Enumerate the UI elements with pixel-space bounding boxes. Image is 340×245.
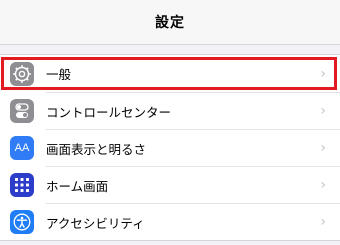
page-title: 設定 [155,15,185,31]
chevron-right-icon: › [320,103,326,119]
settings-row-label: ホーム画面 [46,178,109,194]
settings-row-label: アクセシビリティ [46,215,145,231]
chevron-right-icon: › [320,177,326,193]
text-size-icon: AA [10,135,34,160]
settings-row-general[interactable]: 一般 › [0,55,340,92]
accessibility-icon [10,209,34,234]
settings-row-label: 画面表示と明るさ [46,141,147,157]
chevron-right-icon: › [320,140,326,156]
settings-row-accessibility[interactable]: アクセシビリティ › [0,203,340,240]
toggle-icon [10,98,34,123]
settings-row-label: 一般 [46,67,72,82]
navigation-bar: 設定 [0,0,340,45]
home-grid-icon [10,172,34,197]
chevron-right-icon: › [320,214,326,230]
settings-list: 一般 › コントロールセンター › AA 画面表示と明るさ › ホーム画面 › … [0,54,340,241]
gear-icon [10,61,34,86]
settings-row-label: コントロールセンター [46,104,172,120]
settings-row-display-brightness[interactable]: AA 画面表示と明るさ › [0,129,340,166]
settings-row-home-screen[interactable]: ホーム画面 › [0,166,340,203]
chevron-right-icon: › [320,65,326,82]
settings-row-control-center[interactable]: コントロールセンター › [0,92,340,129]
